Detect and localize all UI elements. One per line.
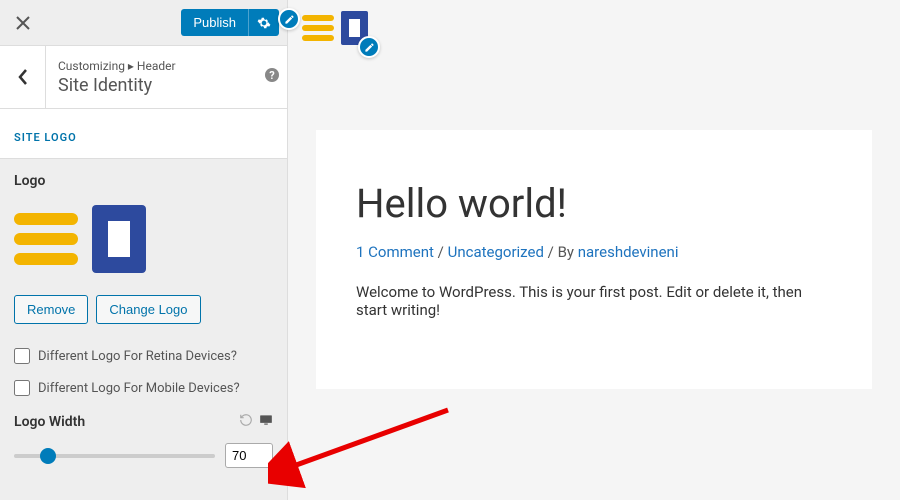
- change-logo-button[interactable]: Change Logo: [96, 295, 200, 324]
- site-logo[interactable]: [302, 8, 372, 52]
- retina-logo-row[interactable]: Different Logo For Retina Devices?: [14, 340, 273, 372]
- post-title[interactable]: Hello world!: [356, 180, 832, 227]
- pencil-icon: [364, 42, 375, 53]
- retina-logo-checkbox[interactable]: [14, 348, 30, 364]
- retina-logo-label: Different Logo For Retina Devices?: [38, 349, 237, 364]
- breadcrumb-title: Site Identity: [58, 75, 245, 96]
- mobile-logo-label: Different Logo For Mobile Devices?: [38, 381, 240, 396]
- close-button[interactable]: [0, 0, 46, 46]
- customizer-topbar: Publish: [0, 0, 287, 46]
- help-button[interactable]: ?: [257, 67, 287, 87]
- pencil-icon: [284, 14, 295, 25]
- reset-icon: [239, 413, 253, 427]
- customizer-sidebar: Publish Customizing ▸ Header Site Identi…: [0, 0, 288, 500]
- help-icon: ?: [264, 67, 280, 83]
- breadcrumb-path: Customizing ▸ Header: [58, 59, 245, 73]
- mobile-logo-checkbox[interactable]: [14, 380, 30, 396]
- logo-width-label: Logo Width: [14, 414, 85, 430]
- annotation-arrow: [268, 390, 468, 490]
- edit-shortcut-logo[interactable]: [358, 36, 380, 58]
- logo-preview: [14, 199, 273, 283]
- post-body: Welcome to WordPress. This is your first…: [356, 283, 832, 319]
- post-card: Hello world! 1 Comment / Uncategorized /…: [316, 130, 872, 389]
- post-meta: 1 Comment / Uncategorized / By nareshdev…: [356, 243, 832, 261]
- remove-logo-button[interactable]: Remove: [14, 295, 88, 324]
- responsive-button[interactable]: [259, 412, 273, 431]
- site-preview: Hello world! 1 Comment / Uncategorized /…: [288, 0, 900, 500]
- logo-label: Logo: [14, 173, 273, 189]
- back-button[interactable]: [0, 46, 46, 108]
- chevron-left-icon: [18, 69, 28, 85]
- publish-settings-button[interactable]: [248, 9, 279, 36]
- author-link[interactable]: nareshdevineni: [578, 243, 679, 261]
- reset-button[interactable]: [239, 412, 253, 431]
- close-icon: [16, 16, 30, 30]
- edit-shortcut-header[interactable]: [278, 8, 300, 30]
- mobile-logo-row[interactable]: Different Logo For Mobile Devices?: [14, 372, 273, 404]
- gear-icon: [257, 16, 271, 30]
- logo-width-slider[interactable]: [14, 454, 215, 458]
- svg-text:?: ?: [269, 69, 275, 82]
- category-link[interactable]: Uncategorized: [448, 243, 544, 261]
- comments-link[interactable]: 1 Comment: [356, 243, 434, 261]
- publish-button[interactable]: Publish: [181, 9, 248, 36]
- logo-width-input[interactable]: [225, 443, 273, 468]
- logo-image: [14, 199, 154, 279]
- breadcrumb-row: Customizing ▸ Header Site Identity ?: [0, 46, 287, 109]
- section-title: SITE LOGO: [0, 109, 287, 159]
- preview-header: [288, 0, 900, 60]
- desktop-icon: [259, 413, 273, 427]
